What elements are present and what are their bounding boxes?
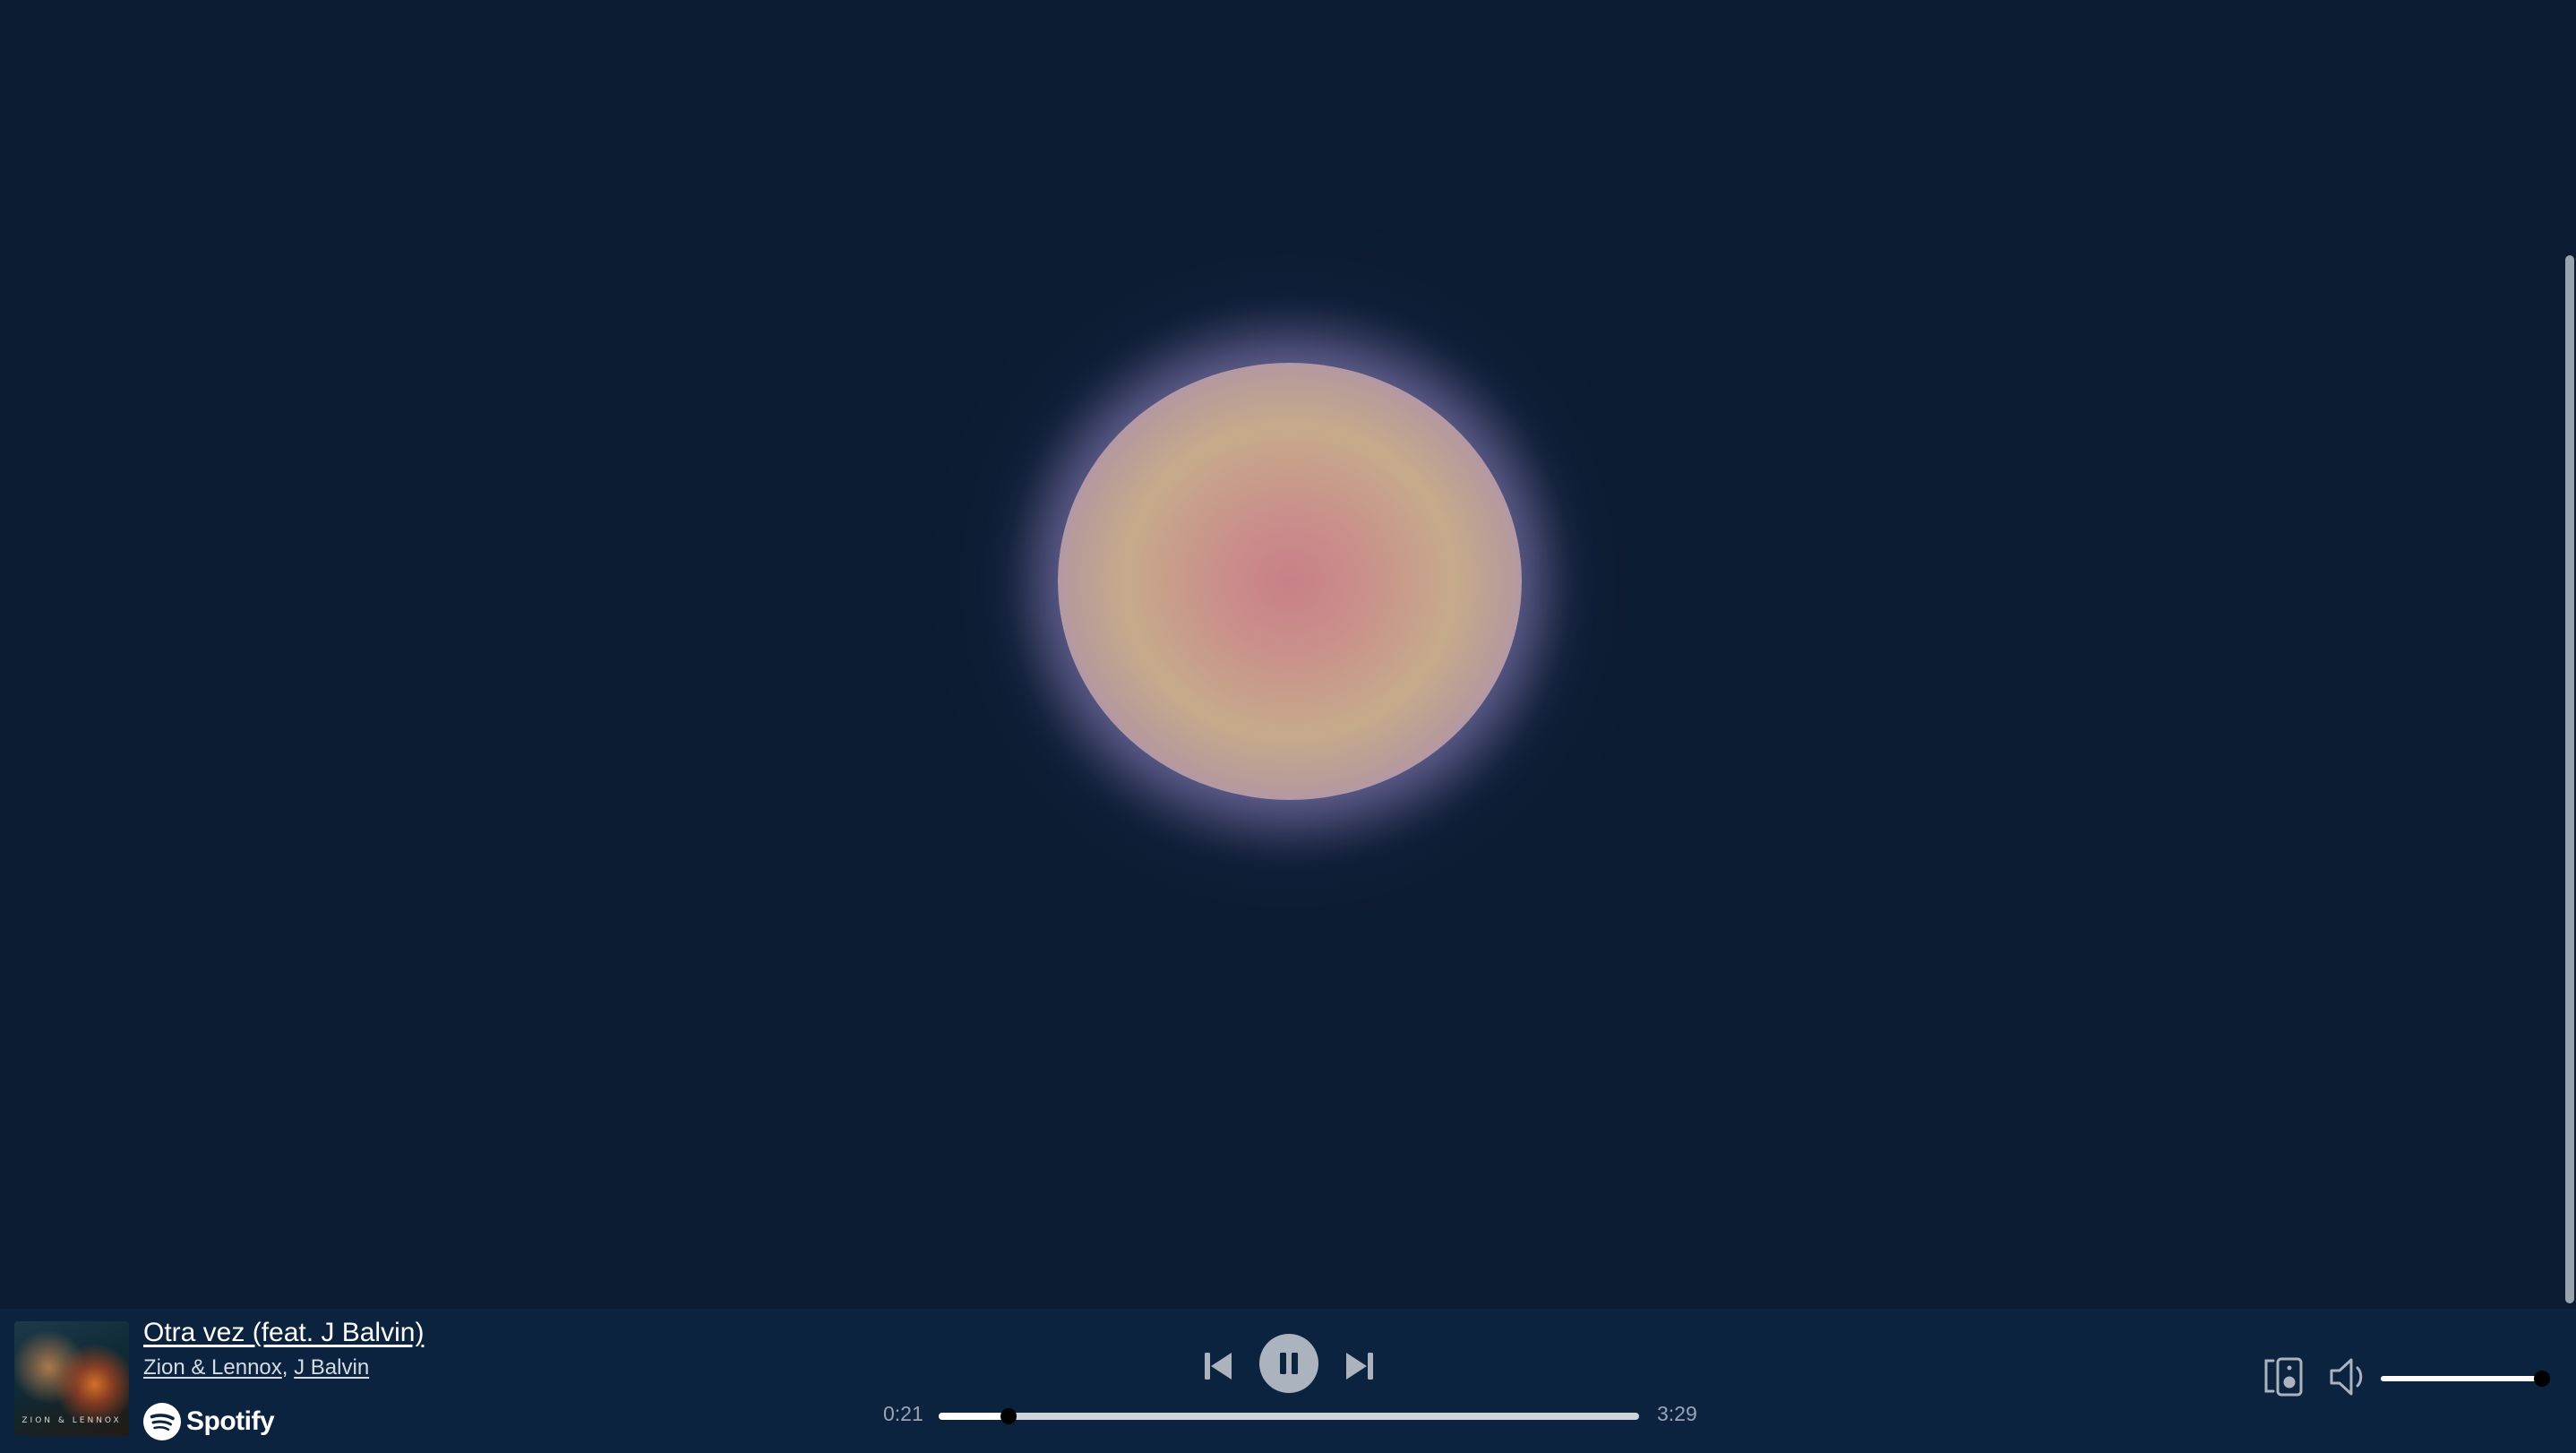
artist-link[interactable]: Zion & Lennox xyxy=(143,1355,282,1380)
volume-button[interactable] xyxy=(2327,1355,2374,1398)
artist-separator: , xyxy=(281,1355,295,1380)
track-title-link[interactable]: Otra vez (feat. J Balvin) xyxy=(143,1318,424,1348)
scrollbar-thumb[interactable] xyxy=(2565,255,2574,1303)
player-bar: ZION & LENNOX Otra vez (feat. J Balvin) … xyxy=(0,1309,2576,1453)
visualizer-orb xyxy=(1058,363,1522,800)
next-track-button[interactable] xyxy=(1340,1346,1379,1386)
album-art-caption: ZION & LENNOX xyxy=(21,1416,122,1425)
visualizer-canvas xyxy=(0,0,2576,1309)
progress-bar-fill xyxy=(939,1413,1009,1420)
spotify-wordmark: Spotify xyxy=(186,1406,275,1436)
speaker-device-icon xyxy=(2264,1357,2303,1397)
play-pause-button[interactable] xyxy=(1259,1334,1318,1393)
artist-link[interactable]: J Balvin xyxy=(294,1355,369,1380)
track-artists: Zion & Lennox, J Balvin xyxy=(143,1355,369,1380)
spotify-icon xyxy=(143,1403,181,1440)
scrollbar[interactable] xyxy=(2562,0,2576,1309)
volume-icon xyxy=(2330,1358,2363,1396)
progress-bar[interactable] xyxy=(939,1408,1639,1424)
total-time: 3:29 xyxy=(1657,1402,1697,1425)
pause-icon xyxy=(1280,1353,1298,1374)
spotify-logo[interactable]: Spotify xyxy=(143,1402,275,1441)
connect-device-button[interactable] xyxy=(2261,1355,2307,1398)
previous-track-button[interactable] xyxy=(1198,1346,1238,1386)
volume-slider-fill xyxy=(2381,1376,2542,1381)
volume-slider[interactable] xyxy=(2381,1371,2550,1387)
current-time: 0:21 xyxy=(883,1402,923,1425)
progress-bar-thumb[interactable] xyxy=(1000,1408,1018,1424)
album-art[interactable]: ZION & LENNOX xyxy=(14,1321,129,1436)
skip-next-icon xyxy=(1346,1353,1373,1380)
volume-slider-thumb[interactable] xyxy=(2534,1371,2550,1387)
skip-previous-icon xyxy=(1205,1353,1232,1380)
